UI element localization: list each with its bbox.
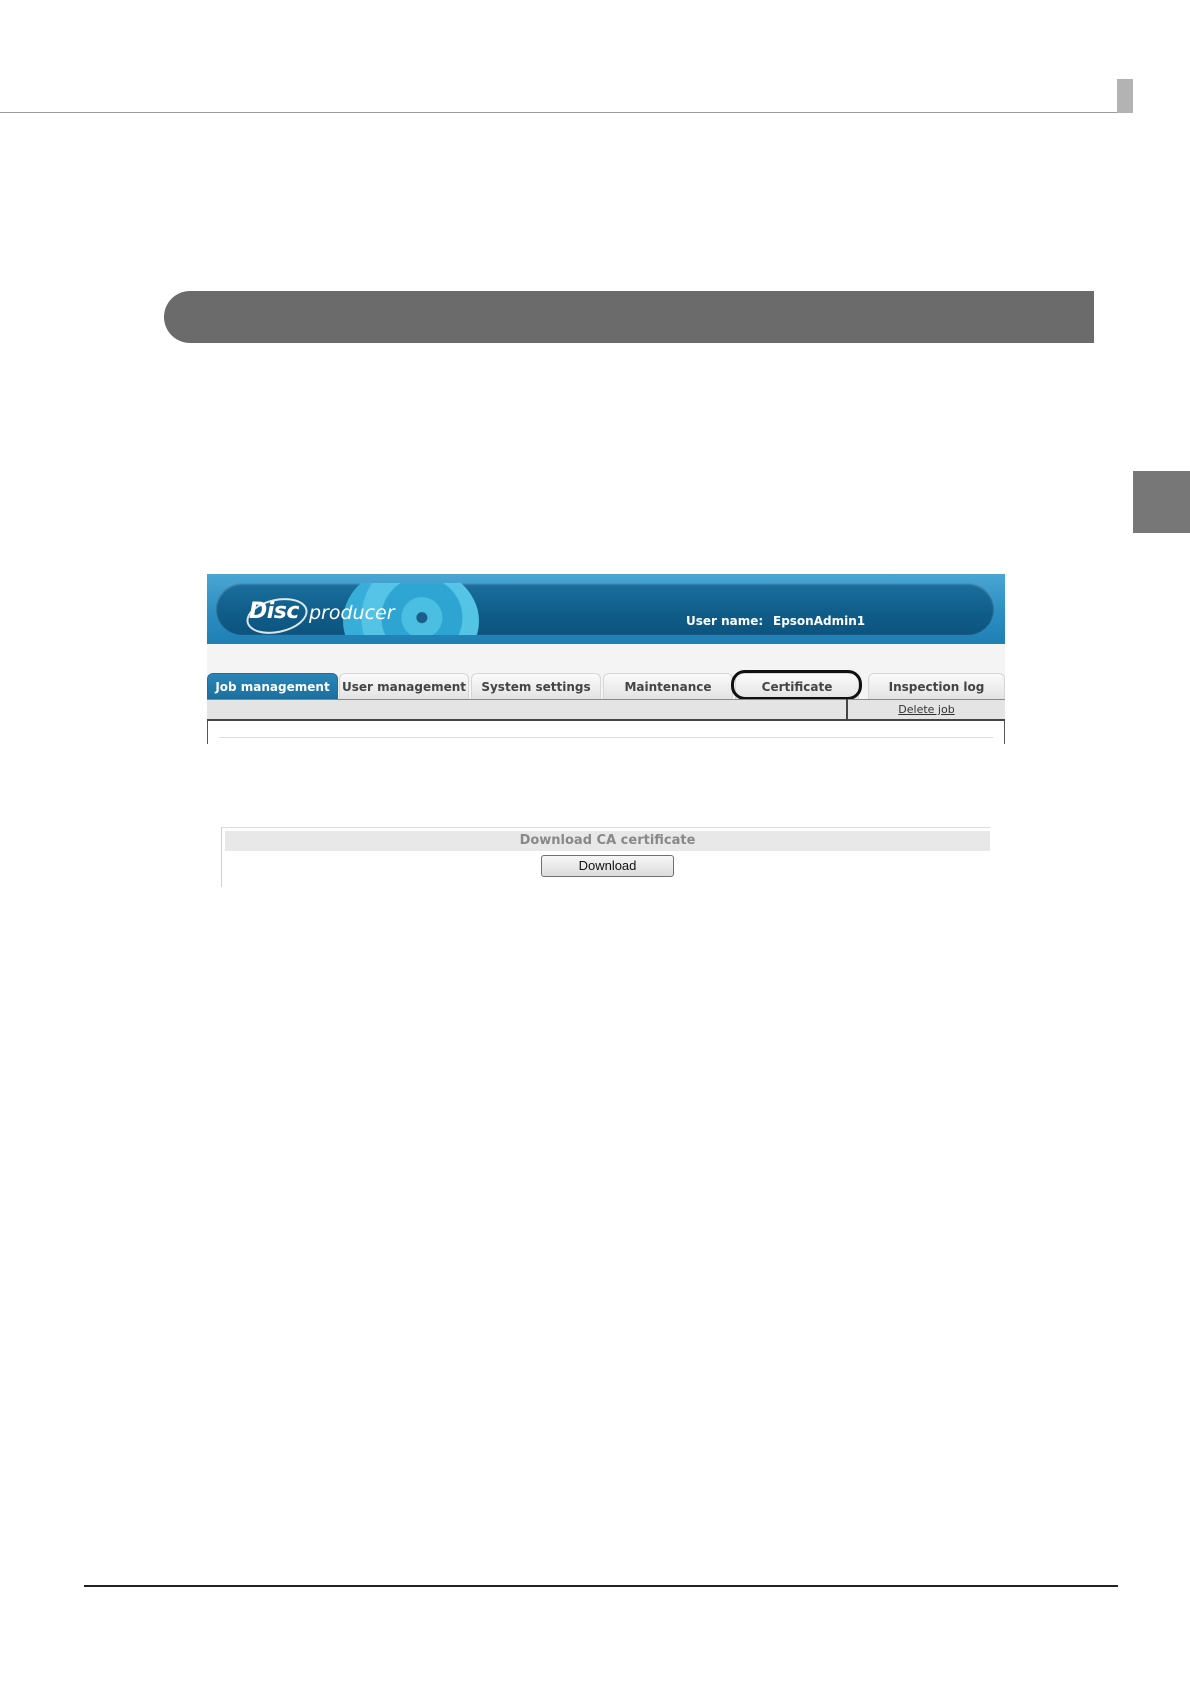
- download-button[interactable]: Download: [541, 855, 674, 877]
- download-ca-certificate-heading: Download CA certificate: [225, 831, 990, 851]
- user-name-value: EpsonAdmin1: [773, 614, 866, 628]
- content-inner-rule: [219, 737, 993, 738]
- logo-producer-text: producer: [309, 602, 395, 624]
- corner-tab-marker: [1117, 79, 1133, 113]
- content-frame: [207, 721, 1005, 744]
- main-tab-bar: Job management User management System se…: [207, 673, 1005, 699]
- tab-user-management[interactable]: User management: [339, 673, 469, 699]
- download-certificate-screenshot: Download CA certificate Download: [221, 827, 990, 887]
- top-rule: [0, 112, 1133, 113]
- certificate-highlight-ring: [731, 670, 862, 700]
- user-name-label: User name:: [686, 614, 764, 628]
- bottom-rule: [84, 1585, 1118, 1587]
- side-thumb-tab: [1133, 471, 1190, 533]
- logo-disc-text: Disc: [249, 599, 299, 624]
- tab-system-settings[interactable]: System settings: [471, 673, 601, 699]
- tab-inspection-log[interactable]: Inspection log: [868, 673, 1005, 699]
- disc-producer-screenshot: Disc producer User name: EpsonAdmin1 Job…: [207, 574, 1005, 744]
- header-banner: Disc producer User name: EpsonAdmin1: [216, 583, 994, 635]
- tab-job-management[interactable]: Job management: [207, 673, 338, 699]
- section-heading-bar: [164, 291, 1094, 343]
- panel-top-rule: [222, 827, 990, 828]
- delete-job-link[interactable]: Delete job: [848, 703, 1005, 716]
- tab-maintenance[interactable]: Maintenance: [603, 673, 733, 699]
